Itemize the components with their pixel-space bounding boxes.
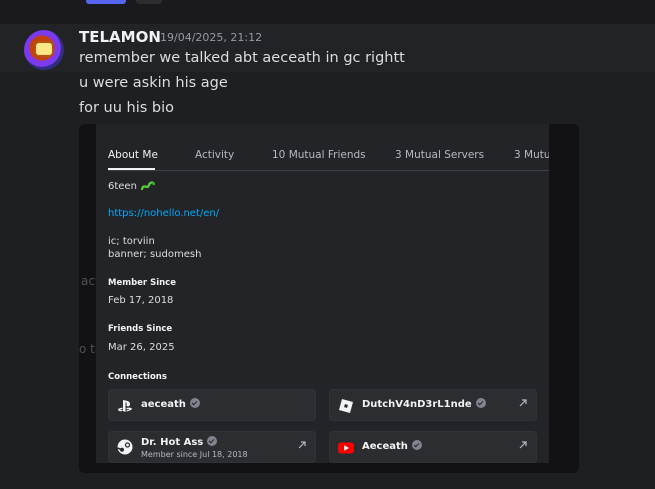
tab-activity[interactable]: Activity (195, 149, 234, 161)
youtube-icon (338, 442, 354, 454)
friends-since-value: Mar 26, 2025 (108, 342, 175, 353)
steam-icon (117, 439, 133, 455)
bio-line-icon: ic; torviin (108, 236, 155, 247)
playstation-icon (118, 400, 132, 412)
connection-name: Dr. Hot Ass (141, 436, 218, 448)
connection-playstation[interactable]: aeceath (108, 389, 316, 421)
connection-roblox[interactable]: DutchV4nD3rL1nde (329, 389, 537, 421)
bio-age-text: 6teen (108, 181, 137, 192)
connection-youtube[interactable]: Aeceath (329, 431, 537, 463)
connections-heading: Connections (108, 372, 167, 382)
tab-mutual-friends[interactable]: 10 Mutual Friends (272, 149, 366, 161)
profile-screenshot: About Me Activity 10 Mutual Friends 3 Mu… (96, 124, 549, 463)
snake-emoji-icon (140, 181, 155, 191)
previous-attachment-edge-2 (136, 0, 162, 4)
connection-name: aeceath (141, 398, 200, 410)
connection-name: DutchV4nD3rL1nde (362, 398, 486, 410)
verified-check-icon (411, 440, 422, 450)
external-link-icon[interactable] (518, 440, 528, 450)
previous-attachment-edge (86, 0, 126, 4)
bio-line-banner: banner; sudomesh (108, 249, 202, 260)
connection-steam[interactable]: Dr. Hot Ass Member since Jul 18, 2018 (108, 431, 316, 463)
member-since-value: Feb 17, 2018 (108, 295, 174, 306)
message-line-2: u were askin his age (79, 75, 228, 91)
connection-member-since: Member since Jul 18, 2018 (141, 450, 248, 459)
user-avatar[interactable] (24, 30, 64, 70)
image-attachment[interactable]: acti o ta About Me Activity 10 Mutual Fr… (79, 124, 579, 473)
bio-line-age: 6teen (108, 181, 155, 192)
tab-mutual-groups[interactable]: 3 Mutua (514, 149, 549, 161)
message-timestamp[interactable]: 19/04/2025, 21:12 (160, 31, 262, 44)
external-link-icon[interactable] (518, 398, 528, 408)
connection-name: Aeceath (362, 440, 422, 452)
roblox-icon (339, 399, 353, 413)
friends-since-heading: Friends Since (108, 324, 173, 334)
tab-divider (108, 170, 549, 171)
verified-check-icon (189, 398, 200, 408)
username[interactable]: TELAMON (79, 28, 161, 46)
external-link-icon[interactable] (297, 440, 307, 450)
verified-check-icon (207, 436, 218, 446)
message-line-3: for uu his bio (79, 100, 175, 116)
profile-tabs: About Me Activity 10 Mutual Friends 3 Mu… (108, 149, 549, 169)
tab-about-me[interactable]: About Me (108, 149, 158, 161)
bio-link[interactable]: https://nohello.net/en/ (108, 208, 219, 219)
previous-message-strip (0, 0, 655, 24)
tab-mutual-servers[interactable]: 3 Mutual Servers (395, 149, 484, 161)
chat-message[interactable]: TELAMON 19/04/2025, 21:12 remember we ta… (0, 24, 655, 489)
member-since-heading: Member Since (108, 278, 176, 288)
verified-check-icon (475, 398, 486, 408)
message-line-1: remember we talked abt aeceath in gc rig… (79, 50, 405, 66)
